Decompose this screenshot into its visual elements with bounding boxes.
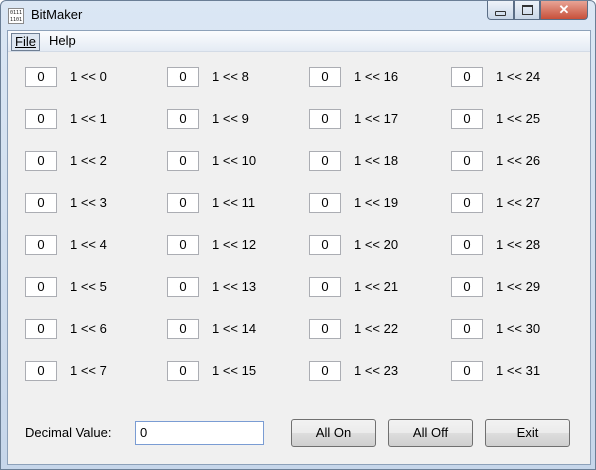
bit-13-label: 1 << 13 bbox=[212, 279, 257, 294]
bit-26-field[interactable]: 0 bbox=[451, 151, 483, 171]
bit-29-field[interactable]: 0 bbox=[451, 277, 483, 297]
bit-24-field[interactable]: 0 bbox=[451, 67, 483, 87]
bit-16-field[interactable]: 0 bbox=[309, 67, 341, 87]
bit-26-label: 1 << 26 bbox=[496, 153, 541, 168]
bit-12-field[interactable]: 0 bbox=[167, 235, 199, 255]
bit-4-field[interactable]: 0 bbox=[25, 235, 57, 255]
minimize-icon bbox=[495, 10, 506, 16]
bit-17-field[interactable]: 0 bbox=[309, 109, 341, 129]
minimize-button[interactable] bbox=[487, 1, 514, 20]
bit-19-label: 1 << 19 bbox=[354, 195, 399, 210]
bit-21-label: 1 << 21 bbox=[354, 279, 399, 294]
bit-8-field[interactable]: 0 bbox=[167, 67, 199, 87]
bit-14-field[interactable]: 0 bbox=[167, 319, 199, 339]
app-icon: 0111 1101 bbox=[8, 8, 24, 24]
bit-1-label: 1 << 1 bbox=[70, 111, 107, 126]
bit-23-field[interactable]: 0 bbox=[309, 361, 341, 381]
title-bar[interactable]: 0111 1101 BitMaker ✕ bbox=[1, 1, 595, 29]
bit-17-label: 1 << 17 bbox=[354, 111, 399, 126]
bit-10-label: 1 << 10 bbox=[212, 153, 257, 168]
bit-27-label: 1 << 27 bbox=[496, 195, 541, 210]
menu-file[interactable]: File bbox=[11, 33, 40, 51]
bit-21-field[interactable]: 0 bbox=[309, 277, 341, 297]
app-window: 0111 1101 BitMaker ✕ File Help 01 << 001… bbox=[0, 0, 596, 470]
bit-27-field[interactable]: 0 bbox=[451, 193, 483, 213]
bit-28-field[interactable]: 0 bbox=[451, 235, 483, 255]
menu-help[interactable]: Help bbox=[46, 33, 79, 49]
bit-5-label: 1 << 5 bbox=[70, 279, 107, 294]
window-title: BitMaker bbox=[31, 7, 83, 22]
bit-20-label: 1 << 20 bbox=[354, 237, 399, 252]
bit-31-field[interactable]: 0 bbox=[451, 361, 483, 381]
maximize-button[interactable] bbox=[514, 1, 540, 20]
bit-14-label: 1 << 14 bbox=[212, 321, 257, 336]
bit-10-field[interactable]: 0 bbox=[167, 151, 199, 171]
bit-0-label: 1 << 0 bbox=[70, 69, 107, 84]
bit-29-label: 1 << 29 bbox=[496, 279, 541, 294]
bit-30-label: 1 << 30 bbox=[496, 321, 541, 336]
bit-22-label: 1 << 22 bbox=[354, 321, 399, 336]
bit-20-field[interactable]: 0 bbox=[309, 235, 341, 255]
bit-31-label: 1 << 31 bbox=[496, 363, 541, 378]
all-off-button[interactable]: All Off bbox=[388, 419, 473, 447]
bit-19-field[interactable]: 0 bbox=[309, 193, 341, 213]
bit-11-label: 1 << 11 bbox=[212, 195, 256, 210]
menu-help-label: Help bbox=[49, 33, 76, 48]
bit-3-label: 1 << 3 bbox=[70, 195, 107, 210]
bit-16-label: 1 << 16 bbox=[354, 69, 399, 84]
bit-2-field[interactable]: 0 bbox=[25, 151, 57, 171]
bit-6-label: 1 << 6 bbox=[70, 321, 107, 336]
bit-28-label: 1 << 28 bbox=[496, 237, 541, 252]
all-on-button[interactable]: All On bbox=[291, 419, 376, 447]
bit-18-label: 1 << 18 bbox=[354, 153, 399, 168]
bit-1-field[interactable]: 0 bbox=[25, 109, 57, 129]
client-area: File Help 01 << 001 << 101 << 201 << 301… bbox=[7, 30, 591, 465]
bit-12-label: 1 << 12 bbox=[212, 237, 257, 252]
bit-23-label: 1 << 23 bbox=[354, 363, 399, 378]
decimal-value-input[interactable]: 0 bbox=[135, 421, 264, 445]
bit-5-field[interactable]: 0 bbox=[25, 277, 57, 297]
bit-30-field[interactable]: 0 bbox=[451, 319, 483, 339]
bit-18-field[interactable]: 0 bbox=[309, 151, 341, 171]
bit-15-field[interactable]: 0 bbox=[167, 361, 199, 381]
bit-7-label: 1 << 7 bbox=[70, 363, 107, 378]
bit-13-field[interactable]: 0 bbox=[167, 277, 199, 297]
bit-7-field[interactable]: 0 bbox=[25, 361, 57, 381]
menu-bar: File Help bbox=[8, 31, 590, 52]
bit-3-field[interactable]: 0 bbox=[25, 193, 57, 213]
bit-2-label: 1 << 2 bbox=[70, 153, 107, 168]
maximize-icon bbox=[521, 5, 533, 15]
close-button[interactable]: ✕ bbox=[540, 1, 588, 20]
bit-25-field[interactable]: 0 bbox=[451, 109, 483, 129]
bit-9-label: 1 << 9 bbox=[212, 111, 249, 126]
bit-6-field[interactable]: 0 bbox=[25, 319, 57, 339]
bit-24-label: 1 << 24 bbox=[496, 69, 541, 84]
bit-15-label: 1 << 15 bbox=[212, 363, 257, 378]
close-icon: ✕ bbox=[558, 2, 570, 17]
bit-9-field[interactable]: 0 bbox=[167, 109, 199, 129]
bit-8-label: 1 << 8 bbox=[212, 69, 249, 84]
menu-file-label: File bbox=[15, 34, 36, 49]
bit-0-field[interactable]: 0 bbox=[25, 67, 57, 87]
exit-button[interactable]: Exit bbox=[485, 419, 570, 447]
bit-25-label: 1 << 25 bbox=[496, 111, 541, 126]
bit-22-field[interactable]: 0 bbox=[309, 319, 341, 339]
decimal-value-label: Decimal Value: bbox=[25, 425, 112, 440]
bit-11-field[interactable]: 0 bbox=[167, 193, 199, 213]
bit-4-label: 1 << 4 bbox=[70, 237, 107, 252]
